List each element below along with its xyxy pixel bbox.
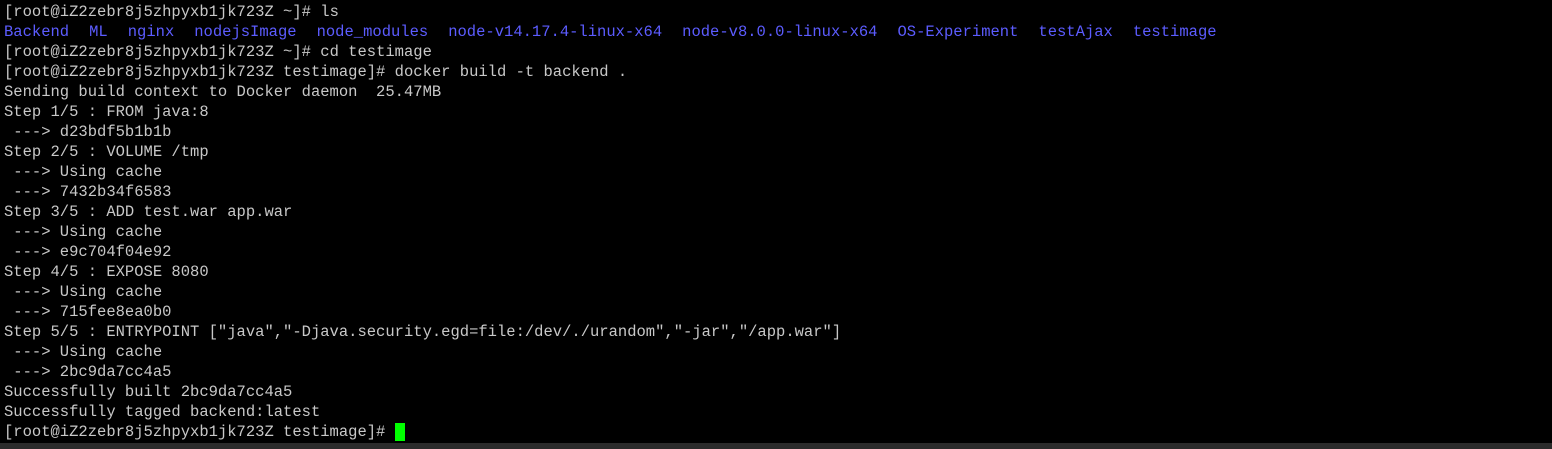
terminal-output: [root@iZ2zebr8j5zhpyxb1jk723Z ~]# ls Back… [4, 2, 1217, 442]
output-line: Step 1/5 : FROM java:8 [4, 103, 209, 121]
command-text: cd testimage [320, 43, 432, 61]
command-text: ls [320, 3, 339, 21]
output-line: Step 3/5 : ADD test.war app.war [4, 203, 293, 221]
shell-prompt: [root@iZ2zebr8j5zhpyxb1jk723Z testimage]… [4, 63, 395, 81]
directory-entry: node-v8.0.0-linux-x64 [682, 23, 878, 41]
output-line: ---> 715fee8ea0b0 [4, 303, 172, 321]
command-text: docker build -t backend . [394, 63, 628, 81]
shell-prompt: [root@iZ2zebr8j5zhpyxb1jk723Z ~]# [4, 43, 321, 61]
prompt-line: [root@iZ2zebr8j5zhpyxb1jk723Z ~]# cd tes… [4, 42, 1217, 62]
output-line: Sending build context to Docker daemon 2… [4, 83, 442, 101]
horizontal-scrollbar[interactable] [0, 443, 1552, 449]
terminal-window[interactable]: [root@iZ2zebr8j5zhpyxb1jk723Z ~]# ls Back… [0, 0, 1552, 443]
directory-entry: Backend [4, 23, 70, 41]
output-line: ---> Using cache [4, 343, 163, 361]
text-cursor [394, 423, 405, 441]
output-line: ---> d23bdf5b1b1b [4, 123, 172, 141]
output-line: Successfully tagged backend:latest [4, 403, 321, 421]
directory-entry: nodejsImage [194, 23, 297, 41]
output-line: ---> e9c704f04e92 [4, 243, 172, 261]
prompt-line: [root@iZ2zebr8j5zhpyxb1jk723Z testimage]… [4, 422, 1217, 442]
output-line: ---> 2bc9da7cc4a5 [4, 363, 172, 381]
directory-entry: node_modules [316, 23, 429, 41]
output-line: Step 5/5 : ENTRYPOINT ["java","-Djava.se… [4, 323, 842, 341]
ls-output-line: Backend ML nginx nodejsImage node_modules nod… [4, 22, 1217, 42]
directory-entry: testAjax [1038, 23, 1113, 41]
output-line: Successfully built 2bc9da7cc4a5 [4, 383, 293, 401]
output-line: ---> Using cache [4, 223, 163, 241]
prompt-line: [root@iZ2zebr8j5zhpyxb1jk723Z ~]# ls [4, 2, 1217, 22]
output-line: ---> Using cache [4, 163, 163, 181]
directory-entry: OS-Experiment [897, 23, 1019, 41]
output-line: ---> 7432b34f6583 [4, 183, 172, 201]
shell-prompt: [root@iZ2zebr8j5zhpyxb1jk723Z testimage]… [4, 423, 395, 441]
prompt-line: [root@iZ2zebr8j5zhpyxb1jk723Z testimage]… [4, 62, 1217, 82]
directory-entry: node-v14.17.4-linux-x64 [448, 23, 663, 41]
directory-entry: nginx [127, 23, 175, 41]
shell-prompt: [root@iZ2zebr8j5zhpyxb1jk723Z ~]# [4, 3, 321, 21]
output-line: Step 2/5 : VOLUME /tmp [4, 143, 209, 161]
output-line: Step 4/5 : EXPOSE 8080 [4, 263, 209, 281]
directory-entry: testimage [1132, 23, 1217, 41]
output-line: ---> Using cache [4, 283, 163, 301]
directory-entry: ML [89, 23, 108, 41]
